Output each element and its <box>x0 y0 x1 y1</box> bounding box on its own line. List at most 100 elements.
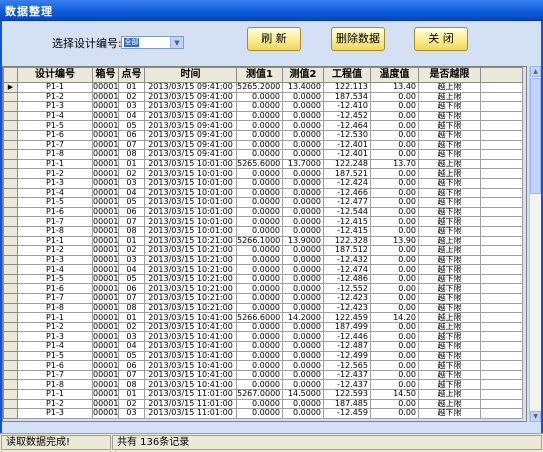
scroll-thumb[interactable] <box>530 78 541 194</box>
table-cell[interactable]: 00001 <box>92 225 119 237</box>
table-cell[interactable]: P1-2 <box>17 168 93 179</box>
table-cell[interactable]: 0.0000 <box>282 177 324 189</box>
table-cell[interactable]: 0.0000 <box>282 206 324 218</box>
table-cell[interactable]: 2013/03/15 10:01:00 <box>144 197 237 208</box>
table-cell[interactable]: 04 <box>118 341 145 352</box>
table-row[interactable]: P1-7 00001 07 2013/03/15 09:41:00 0.0000 0.00… <box>3 139 523 151</box>
table-cell[interactable]: 0.00 <box>370 177 419 189</box>
table-row[interactable]: P1-3 00001 03 2013/03/15 09:41:00 0.0000 0.00… <box>3 101 523 112</box>
table-cell[interactable]: 0.0000 <box>282 293 324 304</box>
table-cell[interactable]: 越下限 <box>418 273 481 285</box>
table-cell[interactable]: 0.0000 <box>282 273 324 285</box>
table-cell[interactable]: 越下限 <box>418 369 481 381</box>
table-cell[interactable]: 0.0000 <box>236 245 283 256</box>
table-cell[interactable]: 0.00 <box>370 216 419 227</box>
table-cell[interactable]: 07 <box>118 139 145 151</box>
table-cell[interactable]: 越下限 <box>418 149 481 160</box>
table-cell[interactable]: 2013/03/15 10:01:00 <box>144 177 237 189</box>
table-cell[interactable]: -12.464 <box>323 120 371 131</box>
table-cell[interactable]: 越下限 <box>418 225 481 237</box>
table-cell[interactable]: P1-1 <box>17 235 93 247</box>
table-cell[interactable]: 0.0000 <box>236 302 283 314</box>
table-cell[interactable]: P1-5 <box>17 120 93 131</box>
table-cell[interactable]: 0.0000 <box>282 91 324 103</box>
table-cell[interactable]: 0.0000 <box>282 379 324 390</box>
table-row[interactable]: P1-7 00001 07 2013/03/15 10:41:00 0.0000 0.00… <box>3 369 523 381</box>
table-cell[interactable]: 00001 <box>92 235 119 247</box>
table-row[interactable]: P1-2 00001 02 2013/03/15 10:21:00 0.0000 0.00… <box>3 245 523 256</box>
table-cell[interactable]: 03 <box>118 254 145 266</box>
column-header[interactable]: 测值1 <box>236 67 283 83</box>
table-cell[interactable]: P1-1 <box>17 82 93 93</box>
table-cell[interactable]: 00001 <box>92 129 119 141</box>
table-cell[interactable]: P1-6 <box>17 360 93 371</box>
table-cell[interactable]: 00001 <box>92 264 119 275</box>
table-cell[interactable]: 0.0000 <box>282 408 324 419</box>
table-cell[interactable]: 0.00 <box>370 101 419 112</box>
table-cell[interactable]: 0.00 <box>370 206 419 218</box>
table-cell[interactable]: 0.0000 <box>282 129 324 141</box>
table-cell[interactable]: P1-1 <box>17 389 93 400</box>
row-indicator[interactable] <box>3 197 18 208</box>
table-row[interactable]: P1-6 00001 06 2013/03/15 10:41:00 0.0000 0.00… <box>3 360 523 371</box>
table-cell[interactable]: 0.0000 <box>236 331 283 343</box>
table-cell[interactable]: 越下限 <box>418 129 481 141</box>
table-row[interactable]: P1-8 00001 08 2013/03/15 10:01:00 0.0000 0.00… <box>3 225 523 237</box>
table-cell[interactable]: 00001 <box>92 350 119 362</box>
table-cell[interactable]: 01 <box>118 235 145 247</box>
table-cell[interactable]: 07 <box>118 369 145 381</box>
table-cell[interactable]: 2013/03/15 10:01:00 <box>144 158 237 170</box>
column-header[interactable]: 时间 <box>144 67 237 83</box>
column-header[interactable]: 点号 <box>118 67 145 83</box>
table-cell[interactable]: 06 <box>118 360 145 371</box>
table-row[interactable]: P1-8 00001 08 2013/03/15 10:41:00 0.0000 0.00… <box>3 379 523 390</box>
table-cell[interactable]: -12.415 <box>323 216 371 227</box>
table-row[interactable]: P1-2 00001 02 2013/03/15 10:01:00 0.0000 0.00… <box>3 168 523 179</box>
table-row[interactable]: ▶ P1-1 00001 01 2013/03/15 09:41:00 5265.2000… <box>3 82 523 93</box>
row-indicator[interactable] <box>3 91 18 103</box>
column-header[interactable]: 箱号 <box>92 67 119 83</box>
table-cell[interactable]: 0.0000 <box>282 321 324 333</box>
table-cell[interactable]: 2013/03/15 10:21:00 <box>144 254 237 266</box>
table-cell[interactable]: 越上限 <box>418 82 481 93</box>
table-row[interactable]: P1-5 00001 05 2013/03/15 10:21:00 0.0000 0.00… <box>3 273 523 285</box>
row-indicator[interactable] <box>3 408 18 419</box>
table-cell[interactable]: 2013/03/15 10:21:00 <box>144 264 237 275</box>
table-cell[interactable]: 0.0000 <box>282 360 324 371</box>
row-indicator[interactable] <box>3 302 18 314</box>
table-cell[interactable]: 03 <box>118 408 145 419</box>
table-cell[interactable]: 122.593 <box>323 389 371 400</box>
table-row[interactable]: P1-8 00001 08 2013/03/15 10:21:00 0.0000 0.00… <box>3 302 523 314</box>
table-cell[interactable]: 越下限 <box>418 120 481 131</box>
table-cell[interactable]: 08 <box>118 302 145 314</box>
table-cell[interactable]: -12.410 <box>323 101 371 112</box>
table-cell[interactable]: P1-2 <box>17 321 93 333</box>
refresh-button[interactable]: 刷 新 <box>247 27 301 51</box>
table-cell[interactable]: 122.248 <box>323 158 371 170</box>
table-cell[interactable]: -12.437 <box>323 379 371 390</box>
table-cell[interactable]: -12.432 <box>323 254 371 266</box>
table-cell[interactable]: 2013/03/15 09:41:00 <box>144 149 237 160</box>
row-indicator[interactable] <box>3 254 18 266</box>
table-row[interactable]: P1-7 00001 07 2013/03/15 10:01:00 0.0000 0.00… <box>3 216 523 227</box>
table-cell[interactable]: 2013/03/15 10:01:00 <box>144 187 237 199</box>
row-indicator[interactable] <box>3 360 18 371</box>
table-cell[interactable]: 0.00 <box>370 254 419 266</box>
table-cell[interactable]: 00001 <box>92 168 119 179</box>
table-row[interactable]: P1-4 00001 04 2013/03/15 09:41:00 0.0000 0.00… <box>3 110 523 122</box>
table-cell[interactable]: 2013/03/15 10:41:00 <box>144 321 237 333</box>
table-cell[interactable]: P1-1 <box>17 158 93 170</box>
table-cell[interactable]: 03 <box>118 101 145 112</box>
table-cell[interactable]: 0.0000 <box>236 379 283 390</box>
column-header[interactable]: 设计编号 <box>17 67 93 83</box>
table-cell[interactable]: 05 <box>118 197 145 208</box>
table-cell[interactable]: 05 <box>118 273 145 285</box>
row-indicator[interactable] <box>3 283 18 295</box>
table-cell[interactable]: 0.0000 <box>236 341 283 352</box>
table-cell[interactable]: 0.00 <box>370 168 419 179</box>
table-row[interactable]: P1-4 00001 04 2013/03/15 10:01:00 0.0000 0.00… <box>3 187 523 199</box>
table-cell[interactable]: 06 <box>118 129 145 141</box>
table-cell[interactable]: 0.0000 <box>236 187 283 199</box>
row-indicator[interactable] <box>3 235 18 247</box>
row-indicator[interactable] <box>3 331 18 343</box>
